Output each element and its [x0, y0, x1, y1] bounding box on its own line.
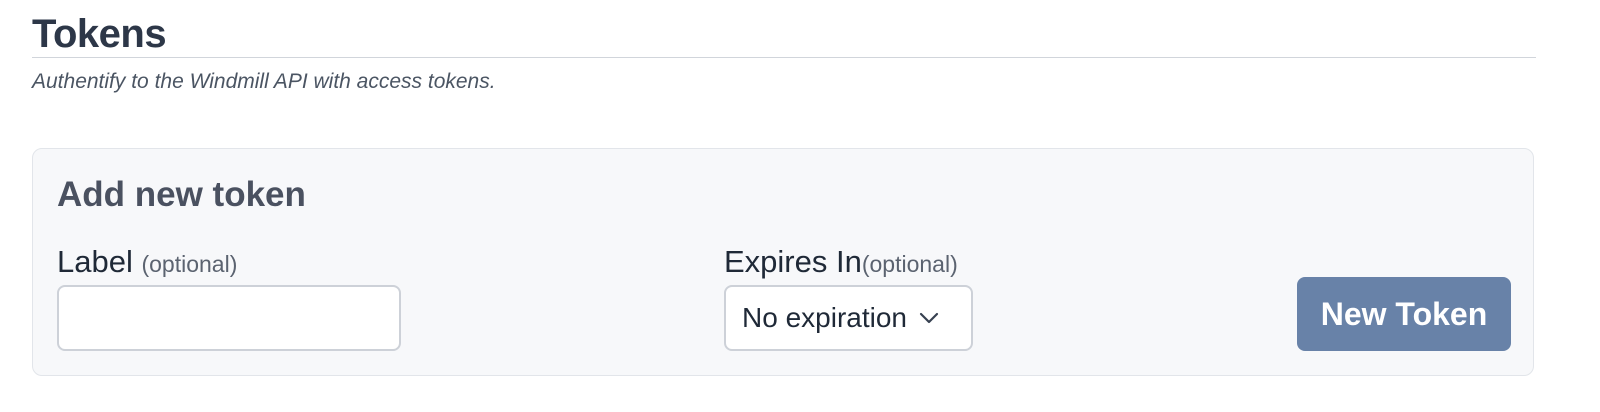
header-divider [32, 57, 1536, 58]
token-label-input[interactable] [57, 285, 401, 351]
card-title: Add new token [57, 175, 306, 214]
label-optional-hint: (optional) [141, 251, 238, 277]
expiration-selected-value: No expiration [742, 302, 907, 333]
expires-field-text: Expires In [724, 244, 862, 279]
page-subtitle: Authentify to the Windmill API with acce… [32, 70, 496, 93]
expires-field-label: Expires In(optional) [724, 242, 958, 284]
page-title: Tokens [32, 12, 167, 56]
expiration-select[interactable]: No expiration [724, 285, 973, 351]
chevron-down-icon [919, 312, 939, 324]
section-header: Tokens Authentify to the Windmill API wi… [32, 8, 1536, 94]
expires-optional-hint: (optional) [861, 251, 958, 277]
tokens-page: Tokens Authentify to the Windmill API wi… [0, 0, 1600, 412]
add-token-card: Add new token Label (optional) Expires I… [32, 148, 1534, 376]
label-field-label: Label (optional) [57, 242, 237, 284]
new-token-button[interactable]: New Token [1297, 277, 1511, 351]
label-field-text: Label [57, 244, 133, 279]
